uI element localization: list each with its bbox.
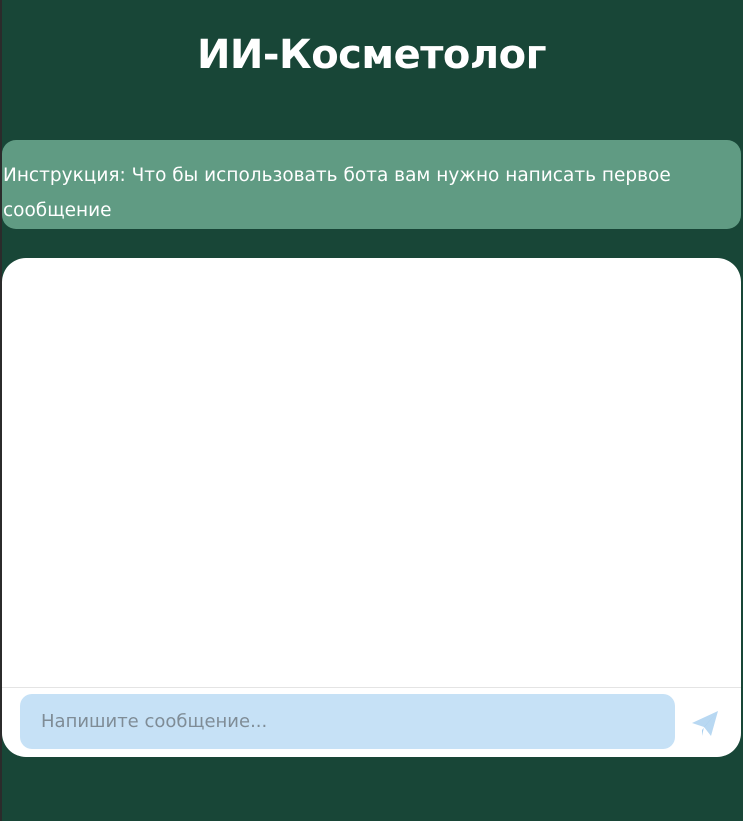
chat-messages-area[interactable] [2, 258, 741, 687]
chat-panel [2, 258, 741, 757]
instruction-banner: Инструкция: Что бы использовать бота вам… [2, 140, 741, 229]
chat-input-divider [2, 687, 741, 688]
message-input[interactable] [20, 694, 675, 749]
send-button[interactable] [690, 709, 724, 739]
send-paper-plane-icon [692, 711, 718, 736]
instruction-text: Инструкция: Что бы использовать бота вам… [3, 165, 671, 221]
page-title: ИИ-Косметолог [196, 32, 547, 78]
